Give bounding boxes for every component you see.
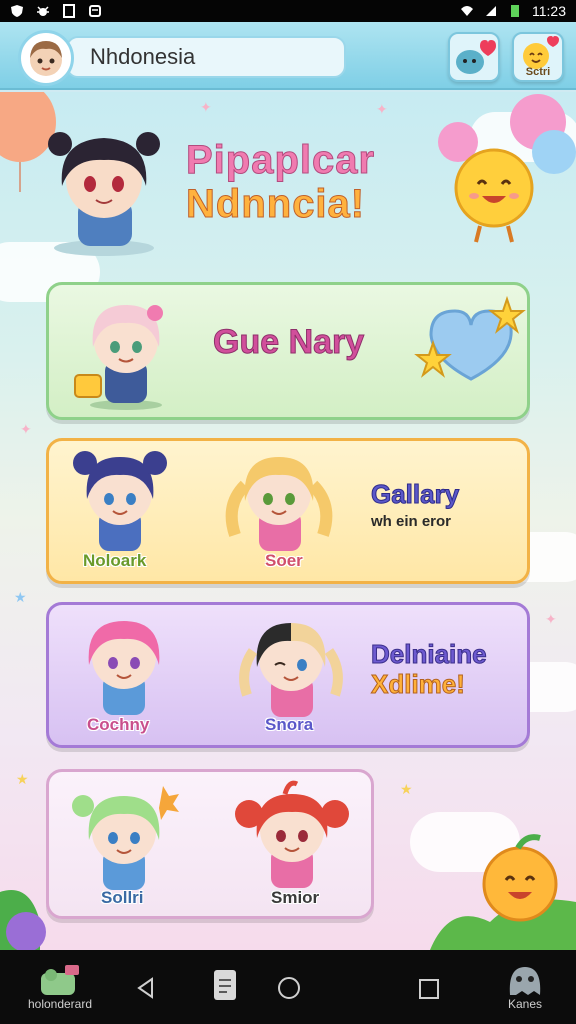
nav-games-label: Kanes xyxy=(507,997,543,1011)
gallery-card-subtitle: wh ein eror xyxy=(371,513,452,530)
status-bar: 11:23 xyxy=(0,0,576,22)
mascot-heart-button[interactable] xyxy=(448,32,500,82)
delusions-card[interactable]: Cochny Snora Delniaine Xdlime! xyxy=(46,602,530,748)
sparkle-icon: ★ xyxy=(16,772,29,788)
hero-title-line1: Pipaplcar xyxy=(186,138,376,183)
navigation-bar: holonderard Kanes xyxy=(0,950,576,1024)
search-input[interactable]: Nhdonesia xyxy=(66,36,346,78)
mascot-icon xyxy=(454,148,534,243)
sparkle-icon: ✦ xyxy=(200,100,212,116)
shield-icon xyxy=(11,5,23,17)
recents-icon[interactable] xyxy=(418,978,440,1000)
delusions-card-title-line2: Xdlime! xyxy=(371,669,466,700)
sparkle-icon: ★ xyxy=(14,590,27,606)
nav-games-tab[interactable]: Kanes xyxy=(480,950,570,1024)
character-avatar-icon xyxy=(88,621,160,715)
main-content: ✦ ✦ ✦ ★ ✦ ★ ★ Pipaplcar Ndnncia! Gue Nar… xyxy=(0,92,576,950)
character-avatar-icon xyxy=(74,305,163,410)
nav-home-tab[interactable]: holonderard xyxy=(10,950,110,1024)
gallery-char1-name: Noloark xyxy=(83,551,147,570)
orange-mascot-icon xyxy=(430,834,576,950)
wifi-icon xyxy=(461,6,473,16)
story-card[interactable]: Gue Nary xyxy=(46,282,530,420)
character-avatar-icon xyxy=(239,623,343,717)
delusions-char1-name: Cochny xyxy=(87,715,150,734)
profile-icon xyxy=(30,41,62,76)
extra-char2-name: Smior xyxy=(271,888,320,907)
hero-character-icon xyxy=(48,132,160,256)
note-icon xyxy=(89,5,101,17)
file-icon[interactable] xyxy=(210,968,240,1004)
search-input-value: Nhdonesia xyxy=(90,44,196,69)
character-avatar-icon xyxy=(73,451,167,551)
gallery-card[interactable]: Noloark Soer Gallary wh ein eror xyxy=(46,438,530,584)
mascot-star-label: Sctri xyxy=(525,66,551,78)
sparkle-icon: ✦ xyxy=(376,102,388,118)
box-icon xyxy=(63,4,75,18)
gallery-card-title: Gallary xyxy=(370,479,460,510)
story-card-title: Gue Nary xyxy=(212,323,365,362)
mascot-star-button[interactable]: Sctri xyxy=(512,32,564,82)
character-avatar-icon xyxy=(235,780,349,888)
mascot-tab-icon xyxy=(41,965,79,995)
signal-icon xyxy=(486,6,496,16)
battery-icon xyxy=(511,5,519,17)
sparkle-icon: ✦ xyxy=(20,422,32,438)
sparkle-icon: ✦ xyxy=(545,612,557,628)
heart-star-icon xyxy=(414,295,526,381)
sparkle-icon: ★ xyxy=(400,782,413,798)
nav-home-label: holonderard xyxy=(27,997,93,1011)
plant-decoration-icon xyxy=(0,890,46,950)
delusions-card-title-line1: Delniaine xyxy=(371,639,488,670)
extra-char1-name: Sollri xyxy=(101,888,144,907)
home-icon[interactable] xyxy=(276,976,302,1000)
status-time: 11:23 xyxy=(532,3,566,19)
avatar[interactable] xyxy=(18,30,74,86)
delusions-char2-name: Snora xyxy=(265,715,314,734)
ghost-mascot-icon xyxy=(509,967,541,995)
hero-title: Pipaplcar Ndnncia! xyxy=(186,138,426,227)
character-avatar-icon xyxy=(225,457,333,551)
bug-icon xyxy=(37,6,49,16)
back-icon[interactable] xyxy=(134,976,158,1000)
hero-title-line2: Ndnncia! xyxy=(186,182,366,227)
mascot-heart-icon xyxy=(456,40,496,74)
app-bar: Nhdonesia Sctri xyxy=(0,22,576,90)
gallery-char2-name: Soer xyxy=(265,551,303,570)
